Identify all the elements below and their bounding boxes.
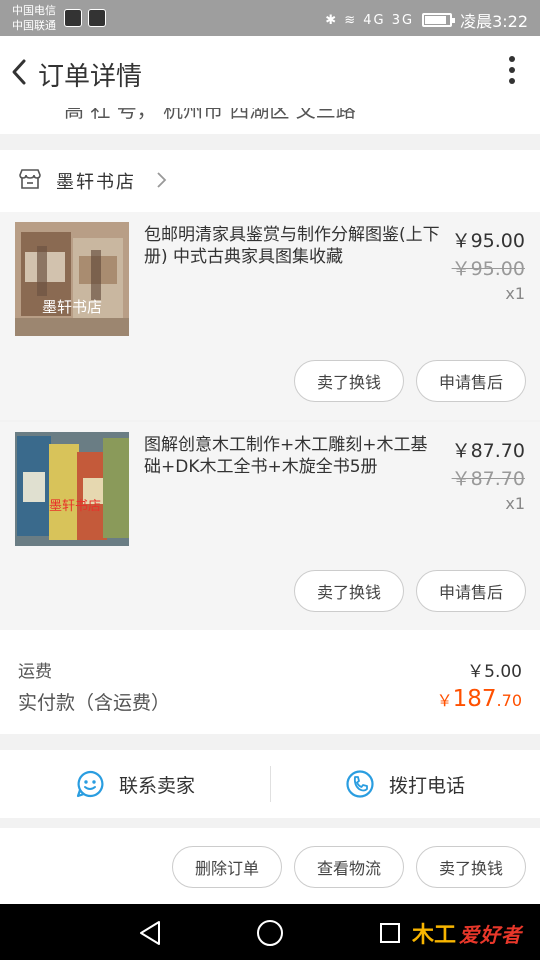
order-item: 墨轩书店 图解创意木工制作+木工雕刻+木工基础+DK木工全书+木旋全书5册 ￥8… bbox=[0, 422, 540, 630]
product-original-price: ￥87.70 bbox=[451, 468, 525, 490]
contact-row: 联系卖家 拨打电话 bbox=[0, 750, 540, 818]
chevron-right-icon bbox=[157, 172, 167, 188]
system-nav-bar: 木工 爱好者 bbox=[0, 904, 540, 960]
carrier-info: 中国电信 中国联通 bbox=[12, 3, 56, 33]
paid-label: 实付款（含运费） bbox=[18, 692, 171, 714]
product-quantity: x1 bbox=[505, 284, 525, 303]
paid-integer: 187 bbox=[452, 686, 497, 712]
shop-row[interactable]: 墨轩书店 bbox=[0, 150, 540, 212]
chat-bubble-icon bbox=[76, 770, 104, 798]
carrier-2: 中国联通 bbox=[12, 19, 56, 32]
book-cover-image: 墨轩书店 bbox=[15, 222, 129, 336]
paid-amount: ￥187.70 bbox=[437, 686, 522, 712]
watermark-text: 墨轩书店 bbox=[49, 499, 101, 514]
book-cover-image: 墨轩书店 bbox=[15, 432, 129, 546]
phone-icon bbox=[346, 770, 374, 798]
nav-home-icon[interactable] bbox=[257, 920, 283, 946]
status-time: 凌晨3:22 bbox=[460, 12, 528, 31]
address-text: 高 社 号， 杭州市 西湖区 文三路 bbox=[64, 108, 356, 122]
store-icon bbox=[19, 169, 41, 189]
product-title[interactable]: 包邮明清家具鉴赏与制作分解图鉴(上下册) 中式古典家具图集收藏 bbox=[144, 224, 444, 268]
after-sale-button[interactable]: 申请售后 bbox=[416, 360, 526, 402]
order-actions: 删除订单 查看物流 卖了换钱 bbox=[0, 828, 540, 904]
product-quantity: x1 bbox=[505, 494, 525, 513]
status-bar: 中国电信 中国联通 ✱ ≋ 4G 3G 凌晨3:22 bbox=[0, 0, 540, 36]
call-phone-button[interactable]: 拨打电话 bbox=[270, 750, 540, 818]
back-button[interactable] bbox=[6, 53, 40, 91]
shipping-label: 运费 bbox=[18, 662, 52, 682]
video-notification-icon bbox=[88, 9, 106, 27]
carrier-1: 中国电信 bbox=[12, 4, 56, 17]
paid-currency: ￥ bbox=[436, 691, 453, 710]
address-section: 高 社 号， 杭州市 西湖区 文三路 bbox=[0, 108, 540, 134]
call-phone-label: 拨打电话 bbox=[388, 774, 465, 797]
page-title: 订单详情 bbox=[38, 62, 143, 92]
after-sale-button[interactable]: 申请售后 bbox=[416, 570, 526, 612]
cost-summary: 运费 ￥5.00 实付款（含运费） ￥187.70 bbox=[0, 630, 540, 734]
product-image[interactable]: 墨轩书店 bbox=[15, 222, 129, 336]
more-dot-icon bbox=[509, 56, 515, 62]
product-image[interactable]: 墨轩书店 bbox=[15, 432, 129, 546]
signal-icons: ✱ ≋ 4G 3G bbox=[325, 12, 415, 28]
watermark-text: 爱好者 bbox=[459, 922, 523, 947]
product-original-price: ￥95.00 bbox=[451, 258, 525, 280]
sell-for-cash-button[interactable]: 卖了换钱 bbox=[416, 846, 526, 888]
watermark-text: 墨轩书店 bbox=[42, 298, 102, 316]
status-right: ✱ ≋ 4G 3G 凌晨3:22 bbox=[325, 8, 528, 32]
contact-seller-label: 联系卖家 bbox=[118, 774, 195, 797]
product-price: ￥87.70 bbox=[451, 440, 525, 462]
notification-icons bbox=[64, 9, 106, 27]
nav-back-icon[interactable] bbox=[138, 920, 162, 946]
app-notification-icon bbox=[64, 9, 82, 27]
shop-name: 墨轩书店 bbox=[56, 172, 136, 193]
chevron-left-icon bbox=[12, 59, 26, 85]
more-menu-button[interactable] bbox=[506, 56, 518, 88]
view-logistics-button[interactable]: 查看物流 bbox=[294, 846, 404, 888]
product-price: ￥95.00 bbox=[451, 230, 525, 252]
paid-decimal: .70 bbox=[496, 691, 522, 710]
delete-order-button[interactable]: 删除订单 bbox=[172, 846, 282, 888]
app-header: 订单详情 bbox=[0, 36, 540, 108]
watermark-logo-mark: 木工 bbox=[412, 923, 457, 948]
nav-recent-icon[interactable] bbox=[380, 923, 400, 943]
sell-for-cash-button[interactable]: 卖了换钱 bbox=[294, 570, 404, 612]
battery-icon bbox=[422, 13, 456, 27]
watermark-logo: 木工 爱好者 bbox=[412, 918, 523, 949]
product-title[interactable]: 图解创意木工制作+木工雕刻+木工基础+DK木工全书+木旋全书5册 bbox=[144, 434, 444, 478]
contact-seller-button[interactable]: 联系卖家 bbox=[0, 750, 270, 818]
order-item: 墨轩书店 包邮明清家具鉴赏与制作分解图鉴(上下册) 中式古典家具图集收藏 ￥95… bbox=[0, 212, 540, 420]
more-dot-icon bbox=[509, 78, 515, 84]
sell-for-cash-button[interactable]: 卖了换钱 bbox=[294, 360, 404, 402]
more-dot-icon bbox=[509, 67, 515, 73]
shipping-value: ￥5.00 bbox=[467, 662, 522, 682]
